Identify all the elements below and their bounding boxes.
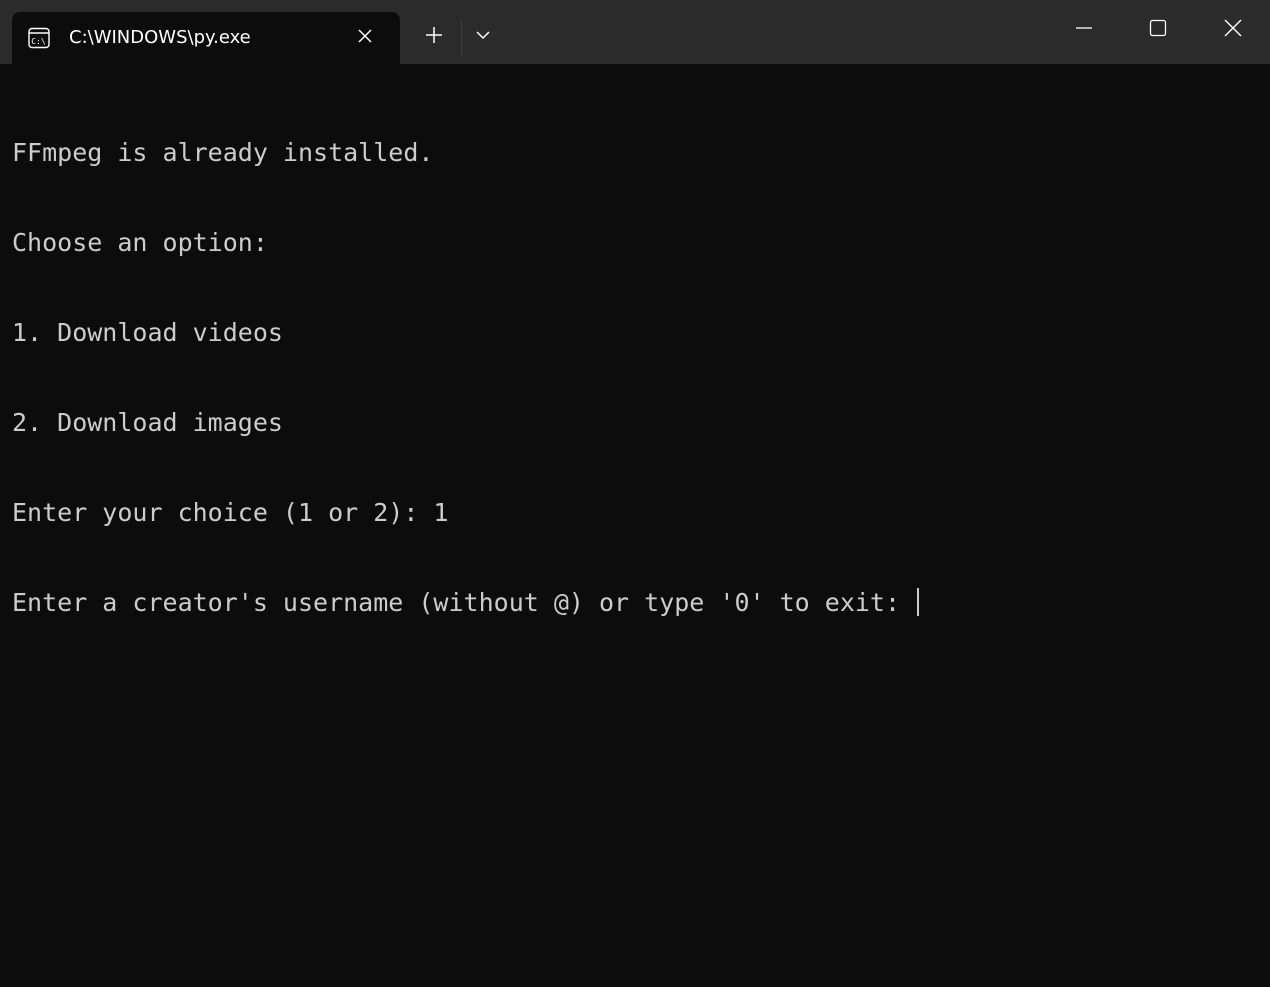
terminal-line: FFmpeg is already installed. — [12, 138, 434, 167]
plus-icon — [425, 26, 443, 49]
text-cursor — [917, 588, 920, 616]
terminal-line: Enter your choice (1 or 2): 1 — [12, 498, 449, 527]
maximize-button[interactable] — [1121, 0, 1195, 60]
minimize-icon — [1075, 19, 1093, 42]
terminal-line: 1. Download videos — [12, 318, 283, 347]
svg-text:C:\: C:\ — [31, 37, 46, 46]
chevron-down-icon — [475, 27, 491, 48]
title-bar[interactable]: C:\ C:\WINDOWS\py.exe — [0, 0, 1270, 64]
close-icon — [1224, 19, 1242, 42]
close-icon — [357, 28, 373, 49]
terminal-line: Choose an option: — [12, 228, 268, 257]
prompt-text: Enter a creator's username (without @) o… — [12, 588, 916, 617]
close-window-button[interactable] — [1196, 0, 1270, 60]
prompt-line[interactable]: Enter a creator's username (without @) o… — [12, 588, 920, 618]
terminal-icon: C:\ — [28, 27, 50, 49]
maximize-icon — [1149, 19, 1167, 42]
tab-title: C:\WINDOWS\py.exe — [69, 27, 251, 48]
profile-dropdown-button[interactable] — [466, 20, 500, 54]
terminal-output[interactable]: FFmpeg is already installed. Choose an o… — [0, 64, 1270, 987]
tab-divider — [461, 20, 462, 56]
tab-active[interactable]: C:\ C:\WINDOWS\py.exe — [12, 12, 400, 64]
terminal-text: FFmpeg is already installed. Choose an o… — [12, 78, 920, 678]
minimize-button[interactable] — [1047, 0, 1121, 60]
terminal-line: 2. Download images — [12, 408, 283, 437]
new-tab-button[interactable] — [416, 20, 452, 54]
terminal-window: C:\ C:\WINDOWS\py.exe FFmpeg is already … — [0, 0, 1270, 987]
close-tab-button[interactable] — [352, 25, 378, 51]
